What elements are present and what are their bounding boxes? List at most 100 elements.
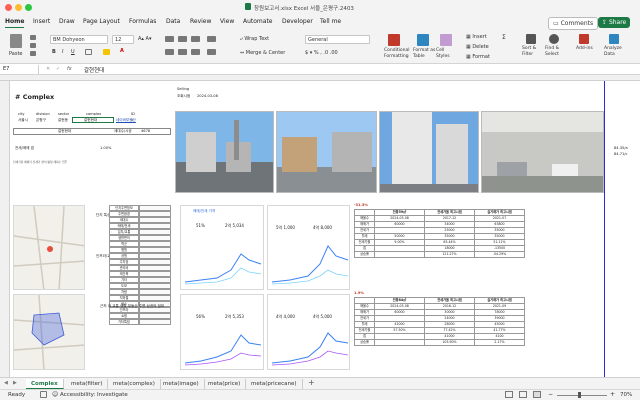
find-select-icon[interactable] [549, 34, 559, 44]
align-left-icon[interactable] [165, 49, 174, 55]
font-name-select[interactable]: BM Dohyeon [50, 35, 108, 44]
zoom-slider-handle[interactable] [578, 392, 581, 398]
tiny-line: 전세가율 매매가 전세가 면적 평형 세대수 입주 [13, 160, 68, 164]
zoom-in-icon[interactable]: + [610, 391, 615, 398]
orientation-icon[interactable] [207, 36, 216, 42]
tab-tell-me[interactable]: Tell me [320, 18, 341, 25]
fill-color-icon[interactable] [103, 49, 110, 55]
sort-filter-icon[interactable] [526, 34, 536, 44]
chart-lines [271, 245, 349, 285]
cancel-entry-icon[interactable]: ✕ [46, 66, 50, 72]
underline-icon[interactable]: U [71, 49, 75, 55]
paste-icon[interactable] [10, 34, 22, 48]
summary-value: 4678 [141, 129, 151, 133]
chart-pct: 51% [196, 223, 205, 228]
chart-price: 2억 5,353 [225, 314, 244, 319]
font-grow-icon[interactable]: A▴ A▾ [138, 36, 151, 42]
close-window-icon[interactable] [5, 4, 12, 11]
tab-review[interactable]: Review [190, 18, 211, 25]
minimize-window-icon[interactable] [15, 4, 22, 11]
cut-icon[interactable] [30, 35, 36, 40]
chart-lines [184, 334, 262, 366]
format-painter-icon[interactable] [30, 51, 36, 56]
tab-developer[interactable]: Developer [282, 18, 313, 25]
wrap-text-button[interactable]: ⤶ Wrap Text [240, 36, 269, 42]
autosum-icon[interactable]: Σ [502, 34, 506, 41]
page-break-view-icon[interactable] [533, 391, 541, 398]
feature-item: 기타특징 [109, 319, 139, 325]
info-value: 은평구 [36, 118, 46, 122]
complex-photo [379, 111, 479, 193]
tab-automate[interactable]: Automate [243, 18, 273, 25]
insert-button[interactable]: ▦ Insert [466, 34, 487, 40]
confirm-entry-icon[interactable]: ✓ [56, 66, 60, 72]
align-center-icon[interactable] [178, 49, 187, 55]
merge-center-button[interactable]: ⇔ Merge & Center [240, 50, 285, 56]
location-map[interactable] [13, 205, 85, 290]
sheet-tab-image[interactable]: meta(image) [158, 379, 205, 389]
sheet-tab-price[interactable]: meta(price) [203, 379, 247, 389]
location-map[interactable] [13, 294, 85, 370]
font-size-select[interactable]: 12 [112, 35, 134, 44]
name-box[interactable]: E7 [3, 65, 39, 74]
accessibility-status[interactable]: Accessibility: Investigate [60, 392, 128, 398]
chart-lines [271, 332, 349, 366]
add-ins-icon[interactable] [579, 34, 589, 44]
format-button[interactable]: ▦ Format [466, 54, 490, 60]
sheet-grid[interactable]: # Complex Selling 조회시점 2024-03-08 city d… [10, 81, 630, 377]
cell-styles-label: Cell Styles [436, 48, 450, 59]
window-title: 창원보고서.xlsx Excel 서울_은평구.2403 [254, 6, 354, 12]
format-as-table-icon[interactable] [417, 34, 429, 46]
sheet-tab-filter[interactable]: meta(filter) [66, 379, 109, 389]
table-cell: 2.17% [474, 339, 525, 346]
page-layout-view-icon[interactable] [519, 391, 527, 398]
selling-label: Selling [177, 87, 190, 91]
prev-sheet-icon[interactable]: ◀ [4, 380, 8, 386]
sheet-tab-meta-complex[interactable]: meta(complex) [108, 379, 161, 389]
add-sheet-icon[interactable]: + [308, 378, 315, 387]
sheet-tab-pricecane[interactable]: meta(pricecane) [246, 379, 303, 389]
indent-icon[interactable] [207, 49, 216, 55]
cell-styles-icon[interactable] [440, 34, 452, 46]
align-bottom-icon[interactable] [191, 36, 200, 42]
zoom-slider[interactable] [557, 395, 607, 396]
align-right-icon[interactable] [191, 49, 200, 55]
fx-icon[interactable]: fx [67, 66, 72, 72]
italic-icon[interactable]: I [62, 49, 63, 55]
analyze-data-icon[interactable] [609, 34, 619, 44]
align-middle-icon[interactable] [178, 36, 187, 42]
zoom-window-icon[interactable] [25, 4, 32, 11]
number-format-icons[interactable]: $ ▾ % , .0 .00 [305, 50, 338, 56]
comments-button[interactable]: ▭ Comments [548, 17, 599, 30]
sheet-tab-complex[interactable]: Complex [26, 379, 64, 389]
share-button[interactable]: ⇪ Share [598, 17, 631, 28]
tab-page-layout[interactable]: Page Layout [83, 18, 120, 25]
info-header: division [36, 112, 50, 116]
conditional-formatting-icon[interactable] [388, 34, 400, 46]
next-sheet-icon[interactable]: ▶ [13, 380, 17, 386]
row-headers[interactable] [0, 81, 10, 377]
formula-input[interactable]: 갈현현대 [84, 66, 104, 74]
tab-home[interactable]: Home [5, 18, 25, 28]
normal-view-icon[interactable] [505, 391, 513, 398]
font-color-icon[interactable]: A [120, 48, 124, 54]
tab-formulas[interactable]: Formulas [129, 18, 156, 25]
macro-record-icon[interactable] [40, 391, 47, 398]
zoom-out-icon[interactable]: − [548, 391, 553, 398]
accessibility-icon[interactable]: ☺ [52, 391, 58, 398]
tab-insert[interactable]: Insert [33, 18, 50, 25]
delete-button[interactable]: ▦ Delete [466, 44, 489, 50]
tab-data[interactable]: Data [166, 18, 180, 25]
info-header: ID [131, 112, 135, 116]
status-ready: Ready [8, 392, 26, 398]
zoom-level[interactable]: 70% [620, 392, 632, 398]
bold-icon[interactable]: B [52, 49, 56, 55]
number-format-select[interactable]: General [305, 35, 370, 44]
complex-photo [276, 111, 377, 193]
copy-icon[interactable] [30, 43, 36, 48]
tab-view[interactable]: View [220, 18, 234, 25]
borders-icon[interactable] [85, 49, 92, 55]
tab-draw[interactable]: Draw [59, 18, 75, 25]
align-top-icon[interactable] [165, 36, 174, 42]
table-cell [374, 251, 425, 258]
